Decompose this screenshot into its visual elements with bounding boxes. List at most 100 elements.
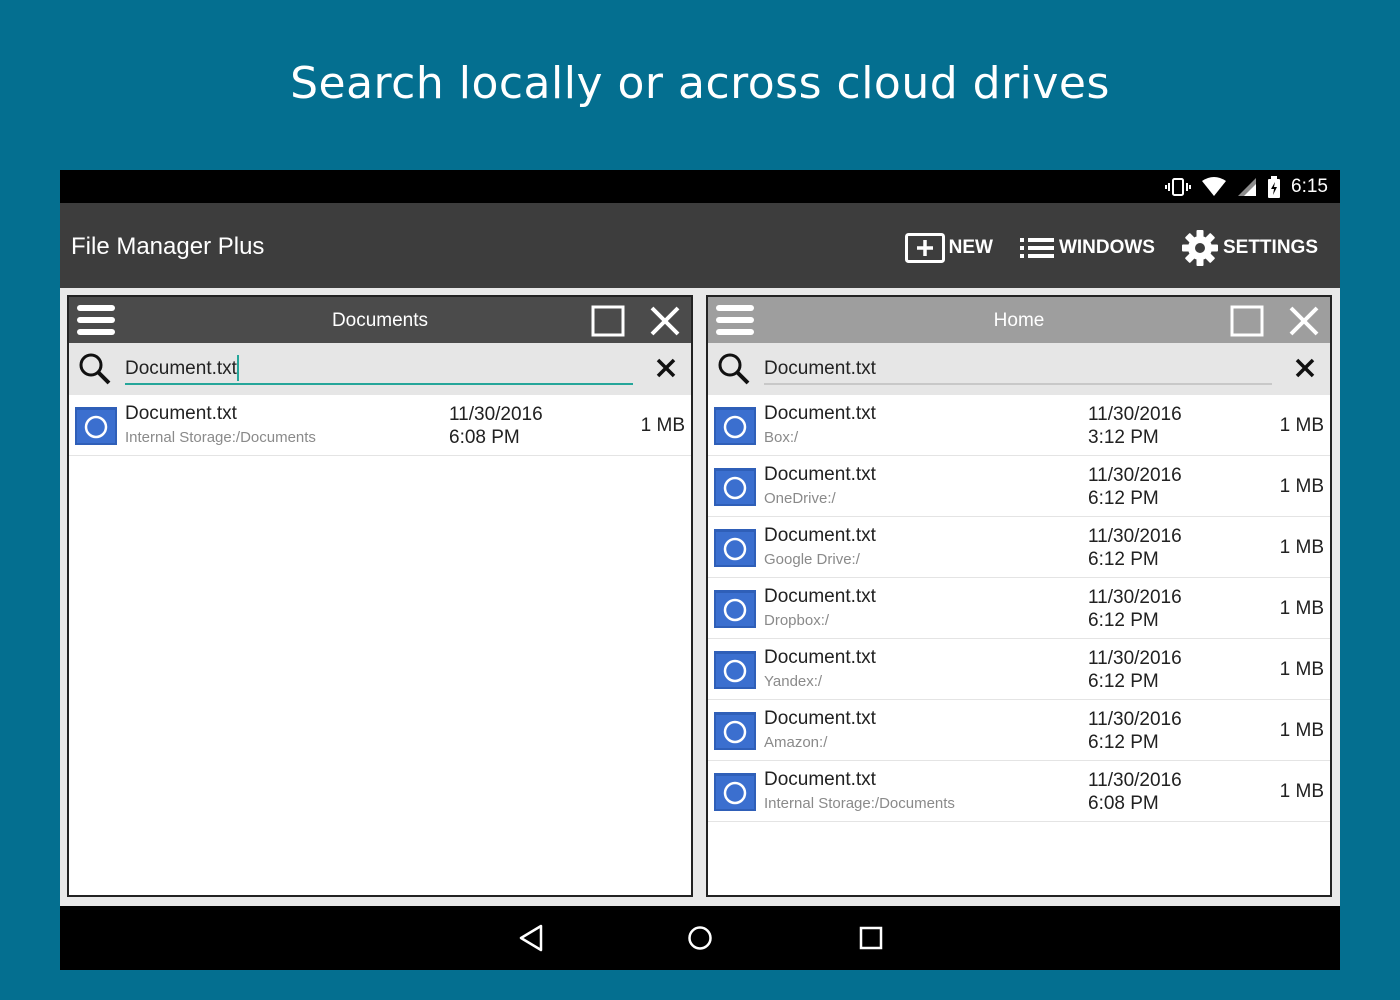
file-path: OneDrive:/ [764,490,836,507]
file-size: 1 MB [1279,415,1324,436]
file-date-day: 11/30/2016 [1088,404,1182,425]
close-icon[interactable] [1288,305,1320,337]
file-size: 1 MB [640,415,685,436]
file-date-time: 6:08 PM [1088,793,1159,814]
left-pane-header: Documents [69,297,691,343]
add-box-icon [904,233,945,263]
list-item[interactable]: Document.txt Amazon:/ 11/30/2016 6:12 PM… [708,700,1330,761]
list-icon [1019,238,1054,258]
hamburger-menu-icon[interactable] [716,304,754,336]
close-icon[interactable] [649,305,681,337]
hamburger-menu-icon[interactable] [77,304,115,336]
list-item[interactable]: Document.txt OneDrive:/ 11/30/2016 6:12 … [708,456,1330,517]
file-path: Dropbox:/ [764,612,830,629]
file-date-day: 11/30/2016 [1088,709,1182,730]
file-name: Document.txt [764,708,876,729]
settings-label: SETTINGS [1222,237,1318,258]
file-path: Box:/ [764,429,799,446]
maximize-icon[interactable] [591,305,625,337]
back-icon[interactable] [518,924,544,952]
search-icon [718,353,750,385]
clear-icon[interactable] [1294,357,1316,379]
text-file-icon [75,407,117,445]
app-actions: NEW WINDOWS SETTINGS [904,229,1318,267]
file-date: 11/30/2016 6:08 PM [449,403,543,449]
text-file-icon [714,773,756,811]
signal-icon [1238,177,1257,196]
list-item[interactable]: Document.txt Box:/ 11/30/2016 3:12 PM 1 … [708,395,1330,456]
file-size: 1 MB [1279,476,1324,497]
app-bar: File Manager Plus NEW WINDOWS SETTINGS [60,203,1340,288]
file-date: 11/30/2016 3:12 PM [1088,403,1182,449]
status-bar: 6:15 [60,170,1340,203]
file-path: Internal Storage:/Documents [125,429,316,446]
new-label: NEW [948,237,993,258]
list-item[interactable]: Document.txt Internal Storage:/Documents… [69,395,691,456]
settings-button[interactable]: SETTINGS [1181,229,1318,267]
file-date: 11/30/2016 6:12 PM [1088,647,1182,693]
status-time: 6:15 [1291,175,1328,197]
file-path: Google Drive:/ [764,551,860,568]
file-date-day: 11/30/2016 [1088,770,1182,791]
list-item[interactable]: Document.txt Dropbox:/ 11/30/2016 6:12 P… [708,578,1330,639]
file-date-time: 6:08 PM [449,427,520,448]
left-search-input[interactable] [125,355,633,385]
file-name: Document.txt [125,403,237,424]
text-file-icon [714,712,756,750]
app-title: File Manager Plus [71,233,265,260]
file-name: Document.txt [764,769,876,790]
file-date-day: 11/30/2016 [449,404,543,425]
windows-button[interactable]: WINDOWS [1019,236,1155,260]
file-name: Document.txt [764,403,876,424]
file-path: Amazon:/ [764,734,828,751]
file-size: 1 MB [1279,720,1324,741]
file-date-time: 6:12 PM [1088,732,1159,753]
file-path: Internal Storage:/Documents [764,795,955,812]
file-date-day: 11/30/2016 [1088,587,1182,608]
right-search-bar [708,343,1330,395]
text-file-icon [714,651,756,689]
workspace: Documents Document.txt Document.txt Inte… [60,288,1340,906]
home-icon[interactable] [687,924,713,952]
file-name: Document.txt [764,525,876,546]
windows-label: WINDOWS [1058,237,1155,258]
right-results-list: Document.txt Box:/ 11/30/2016 3:12 PM 1 … [708,395,1330,822]
maximize-icon[interactable] [1230,305,1264,337]
vibrate-icon [1165,177,1192,196]
new-button[interactable]: NEW [904,233,993,263]
list-item[interactable]: Document.txt Yandex:/ 11/30/2016 6:12 PM… [708,639,1330,700]
file-name: Document.txt [764,647,876,668]
right-search-input[interactable] [764,355,1272,385]
list-item[interactable]: Document.txt Internal Storage:/Documents… [708,761,1330,822]
file-date: 11/30/2016 6:12 PM [1088,708,1182,754]
file-date: 11/30/2016 6:12 PM [1088,464,1182,510]
file-date-time: 3:12 PM [1088,427,1159,448]
file-date-time: 6:12 PM [1088,549,1159,570]
file-date: 11/30/2016 6:08 PM [1088,769,1182,815]
list-item[interactable]: Document.txt Google Drive:/ 11/30/2016 6… [708,517,1330,578]
file-path: Yandex:/ [764,673,823,690]
device-screen: 6:15 File Manager Plus NEW WINDOWS SETTI… [60,170,1340,970]
recents-icon[interactable] [858,924,884,952]
file-size: 1 MB [1279,659,1324,680]
text-file-icon [714,468,756,506]
file-date-day: 11/30/2016 [1088,526,1182,547]
right-pane: Home Document.txt Document.txt Box:/ 11/… [706,295,1332,897]
headline: Search locally or across cloud drives [290,58,1110,109]
left-search-bar [69,343,691,395]
file-date-time: 6:12 PM [1088,671,1159,692]
clear-icon[interactable] [655,357,677,379]
file-size: 1 MB [1279,537,1324,558]
file-date: 11/30/2016 6:12 PM [1088,525,1182,571]
text-file-icon [714,590,756,628]
gear-icon [1181,230,1218,266]
file-size: 1 MB [1279,598,1324,619]
file-date-time: 6:12 PM [1088,610,1159,631]
file-date-day: 11/30/2016 [1088,648,1182,669]
file-name: Document.txt [764,464,876,485]
file-name: Document.txt [764,586,876,607]
battery-charging-icon [1268,175,1281,198]
right-pane-header: Home [708,297,1330,343]
file-date-day: 11/30/2016 [1088,465,1182,486]
file-size: 1 MB [1279,781,1324,802]
